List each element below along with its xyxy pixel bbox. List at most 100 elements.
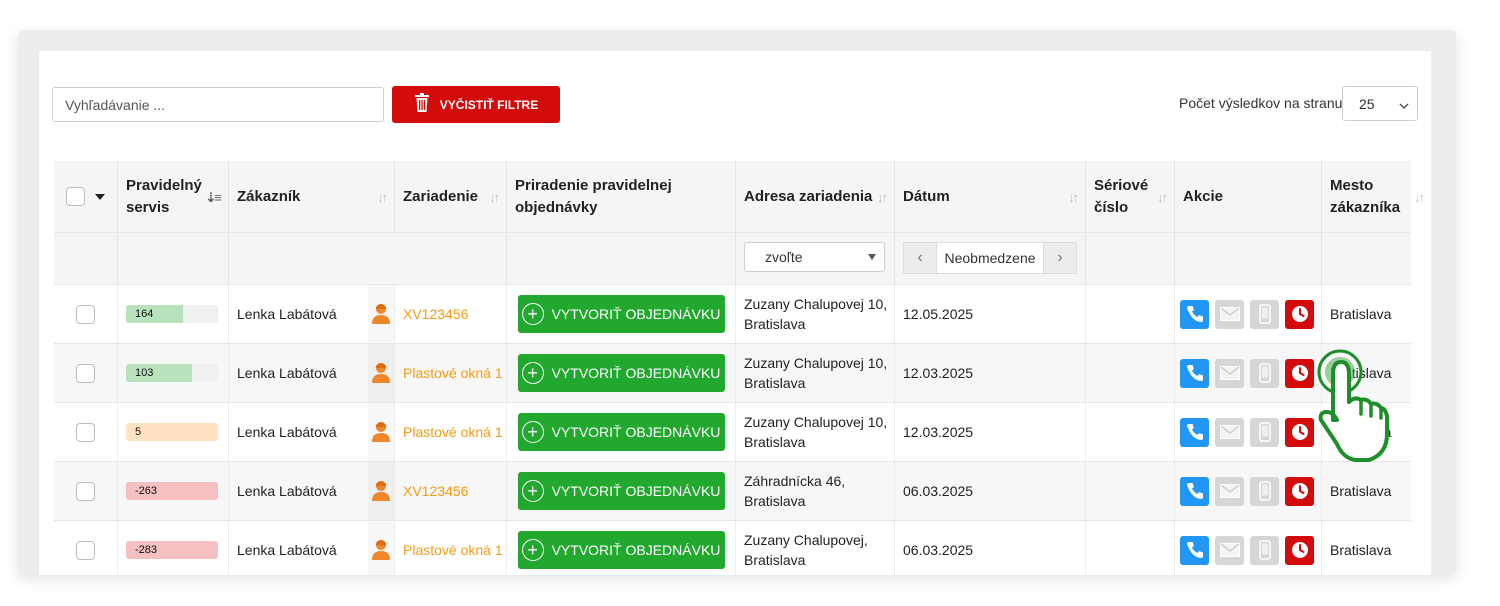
person-icon[interactable]	[371, 538, 391, 563]
person-icon[interactable]	[371, 479, 391, 504]
servis-progress-bar: -283	[126, 541, 218, 559]
caret-down-icon[interactable]	[95, 188, 105, 206]
row-checkbox[interactable]	[76, 422, 95, 442]
phone-icon	[1186, 483, 1203, 499]
device-cell: Plastové okná 1	[395, 521, 507, 575]
call-button[interactable]	[1180, 417, 1209, 447]
clear-filters-button[interactable]: VYČISTIŤ FILTRE	[392, 86, 560, 123]
per-page-select[interactable]: 25	[1342, 86, 1418, 121]
customer-icon-cell	[368, 285, 395, 343]
create-order-button[interactable]: + VYTVORIŤ OBJEDNÁVKU	[517, 354, 725, 392]
email-button[interactable]	[1215, 535, 1244, 565]
date-value: 12.05.2025	[903, 306, 974, 322]
row-checkbox[interactable]	[76, 540, 95, 560]
pointer-hand-icon	[1315, 348, 1407, 473]
clock-icon	[1291, 483, 1308, 499]
table-row: -263 Lenka Labátová XV123456 + VYTVORIŤ …	[54, 461, 1411, 520]
device-link[interactable]: Plastové okná 1	[403, 365, 503, 381]
clock-icon	[1291, 365, 1308, 381]
sort-icon[interactable]: ↓↑	[877, 187, 888, 209]
customer-icon-cell	[368, 521, 395, 575]
email-button[interactable]	[1215, 358, 1244, 388]
person-icon[interactable]	[371, 302, 391, 327]
device-link[interactable]: XV123456	[403, 483, 468, 499]
servis-value: -283	[135, 544, 158, 556]
date-next-button[interactable]: ›	[1043, 242, 1077, 274]
chevron-down-icon	[1399, 98, 1409, 114]
date-filter: ‹ Neobmedzene ›	[903, 242, 1077, 274]
search-input[interactable]	[52, 87, 384, 122]
col-label: Sériové	[1094, 176, 1149, 194]
sms-button[interactable]	[1250, 358, 1279, 388]
reminder-button[interactable]	[1285, 299, 1314, 329]
device-link[interactable]: Plastové okná 1	[403, 424, 503, 440]
per-page-value: 25	[1359, 95, 1375, 112]
create-order-button[interactable]: + VYTVORIŤ OBJEDNÁVKU	[517, 295, 725, 333]
phone-icon	[1186, 542, 1203, 558]
table-row: -283 Lenka Labátová Plastové okná 1 + VY…	[54, 520, 1411, 575]
plus-circle-icon: +	[521, 421, 544, 443]
table-row: 164 Lenka Labátová XV123456 + VYTVORIŤ O…	[54, 284, 1411, 343]
clear-filters-label: VYČISTIŤ FILTRE	[439, 97, 539, 112]
actions-cell	[1175, 403, 1322, 461]
sort-icon[interactable]: ↓↑	[377, 187, 388, 209]
device-link[interactable]: Plastové okná 1	[403, 542, 503, 558]
customer-name: Lenka Labátová	[237, 483, 337, 499]
sms-button[interactable]	[1250, 417, 1279, 447]
sort-icon[interactable]: ↓↑	[489, 187, 500, 209]
email-button[interactable]	[1215, 476, 1244, 506]
envelope-icon	[1219, 425, 1240, 439]
sort-icon[interactable]: ↓↑	[1157, 187, 1168, 209]
sort-desc-icon[interactable]: ⇣≡	[206, 187, 223, 209]
serial-cell	[1086, 521, 1175, 575]
address-filter-select[interactable]: zvoľte	[744, 242, 885, 272]
col-pravidelny-servis[interactable]: Pravidelný servis ⇣≡	[118, 161, 229, 232]
call-button[interactable]	[1180, 535, 1209, 565]
date-range-label[interactable]: Neobmedzene	[937, 242, 1043, 274]
col-datum[interactable]: Dátum ↓↑	[895, 161, 1086, 232]
city-value: Bratislava	[1330, 306, 1392, 322]
serial-cell	[1086, 285, 1175, 343]
row-checkbox[interactable]	[76, 481, 95, 501]
device-link[interactable]: XV123456	[403, 306, 468, 322]
col-zakaznik[interactable]: Zákazník ↓↑	[229, 161, 395, 232]
sms-button[interactable]	[1250, 299, 1279, 329]
create-order-button[interactable]: + VYTVORIŤ OBJEDNÁVKU	[517, 413, 725, 451]
reminder-button[interactable]	[1285, 476, 1314, 506]
col-label: objednávky	[515, 198, 598, 216]
row-checkbox[interactable]	[76, 363, 95, 383]
col-seriove-cislo[interactable]: Sériové číslo ↓↑	[1086, 161, 1175, 232]
sort-icon[interactable]: ↓↑	[1414, 187, 1425, 209]
date-prev-button[interactable]: ‹	[903, 242, 937, 274]
call-button[interactable]	[1180, 299, 1209, 329]
address-line: Bratislava	[744, 552, 806, 568]
table-row: 5 Lenka Labátová Plastové okná 1 + VYTVO…	[54, 402, 1411, 461]
sort-icon[interactable]: ↓↑	[1068, 187, 1079, 209]
city-cell: Bratislava	[1322, 521, 1417, 575]
customer-cell: Lenka Labátová	[229, 462, 368, 520]
col-zariadenie[interactable]: Zariadenie ↓↑	[395, 161, 507, 232]
mobile-icon	[1258, 422, 1271, 442]
email-button[interactable]	[1215, 299, 1244, 329]
email-button[interactable]	[1215, 417, 1244, 447]
person-icon[interactable]	[371, 420, 391, 445]
address-line: Zuzany Chalupovej,	[744, 532, 868, 548]
person-icon[interactable]	[371, 361, 391, 386]
sms-button[interactable]	[1250, 476, 1279, 506]
col-label: Pravidelný	[126, 176, 202, 194]
customer-cell: Lenka Labátová	[229, 285, 368, 343]
sms-button[interactable]	[1250, 535, 1279, 565]
reminder-button[interactable]	[1285, 358, 1314, 388]
create-order-button[interactable]: + VYTVORIŤ OBJEDNÁVKU	[517, 531, 725, 569]
create-order-button[interactable]: + VYTVORIŤ OBJEDNÁVKU	[517, 472, 725, 510]
row-checkbox[interactable]	[76, 304, 95, 324]
call-button[interactable]	[1180, 358, 1209, 388]
reminder-button[interactable]	[1285, 417, 1314, 447]
call-button[interactable]	[1180, 476, 1209, 506]
reminder-button[interactable]	[1285, 535, 1314, 565]
select-all-checkbox[interactable]	[66, 187, 85, 206]
col-adresa[interactable]: Adresa zariadenia ↓↑	[736, 161, 895, 232]
date-cell: 06.03.2025	[895, 462, 1086, 520]
col-mesto[interactable]: Mesto zákazníka ↓↑	[1322, 161, 1425, 232]
servis-value: 5	[135, 426, 142, 438]
